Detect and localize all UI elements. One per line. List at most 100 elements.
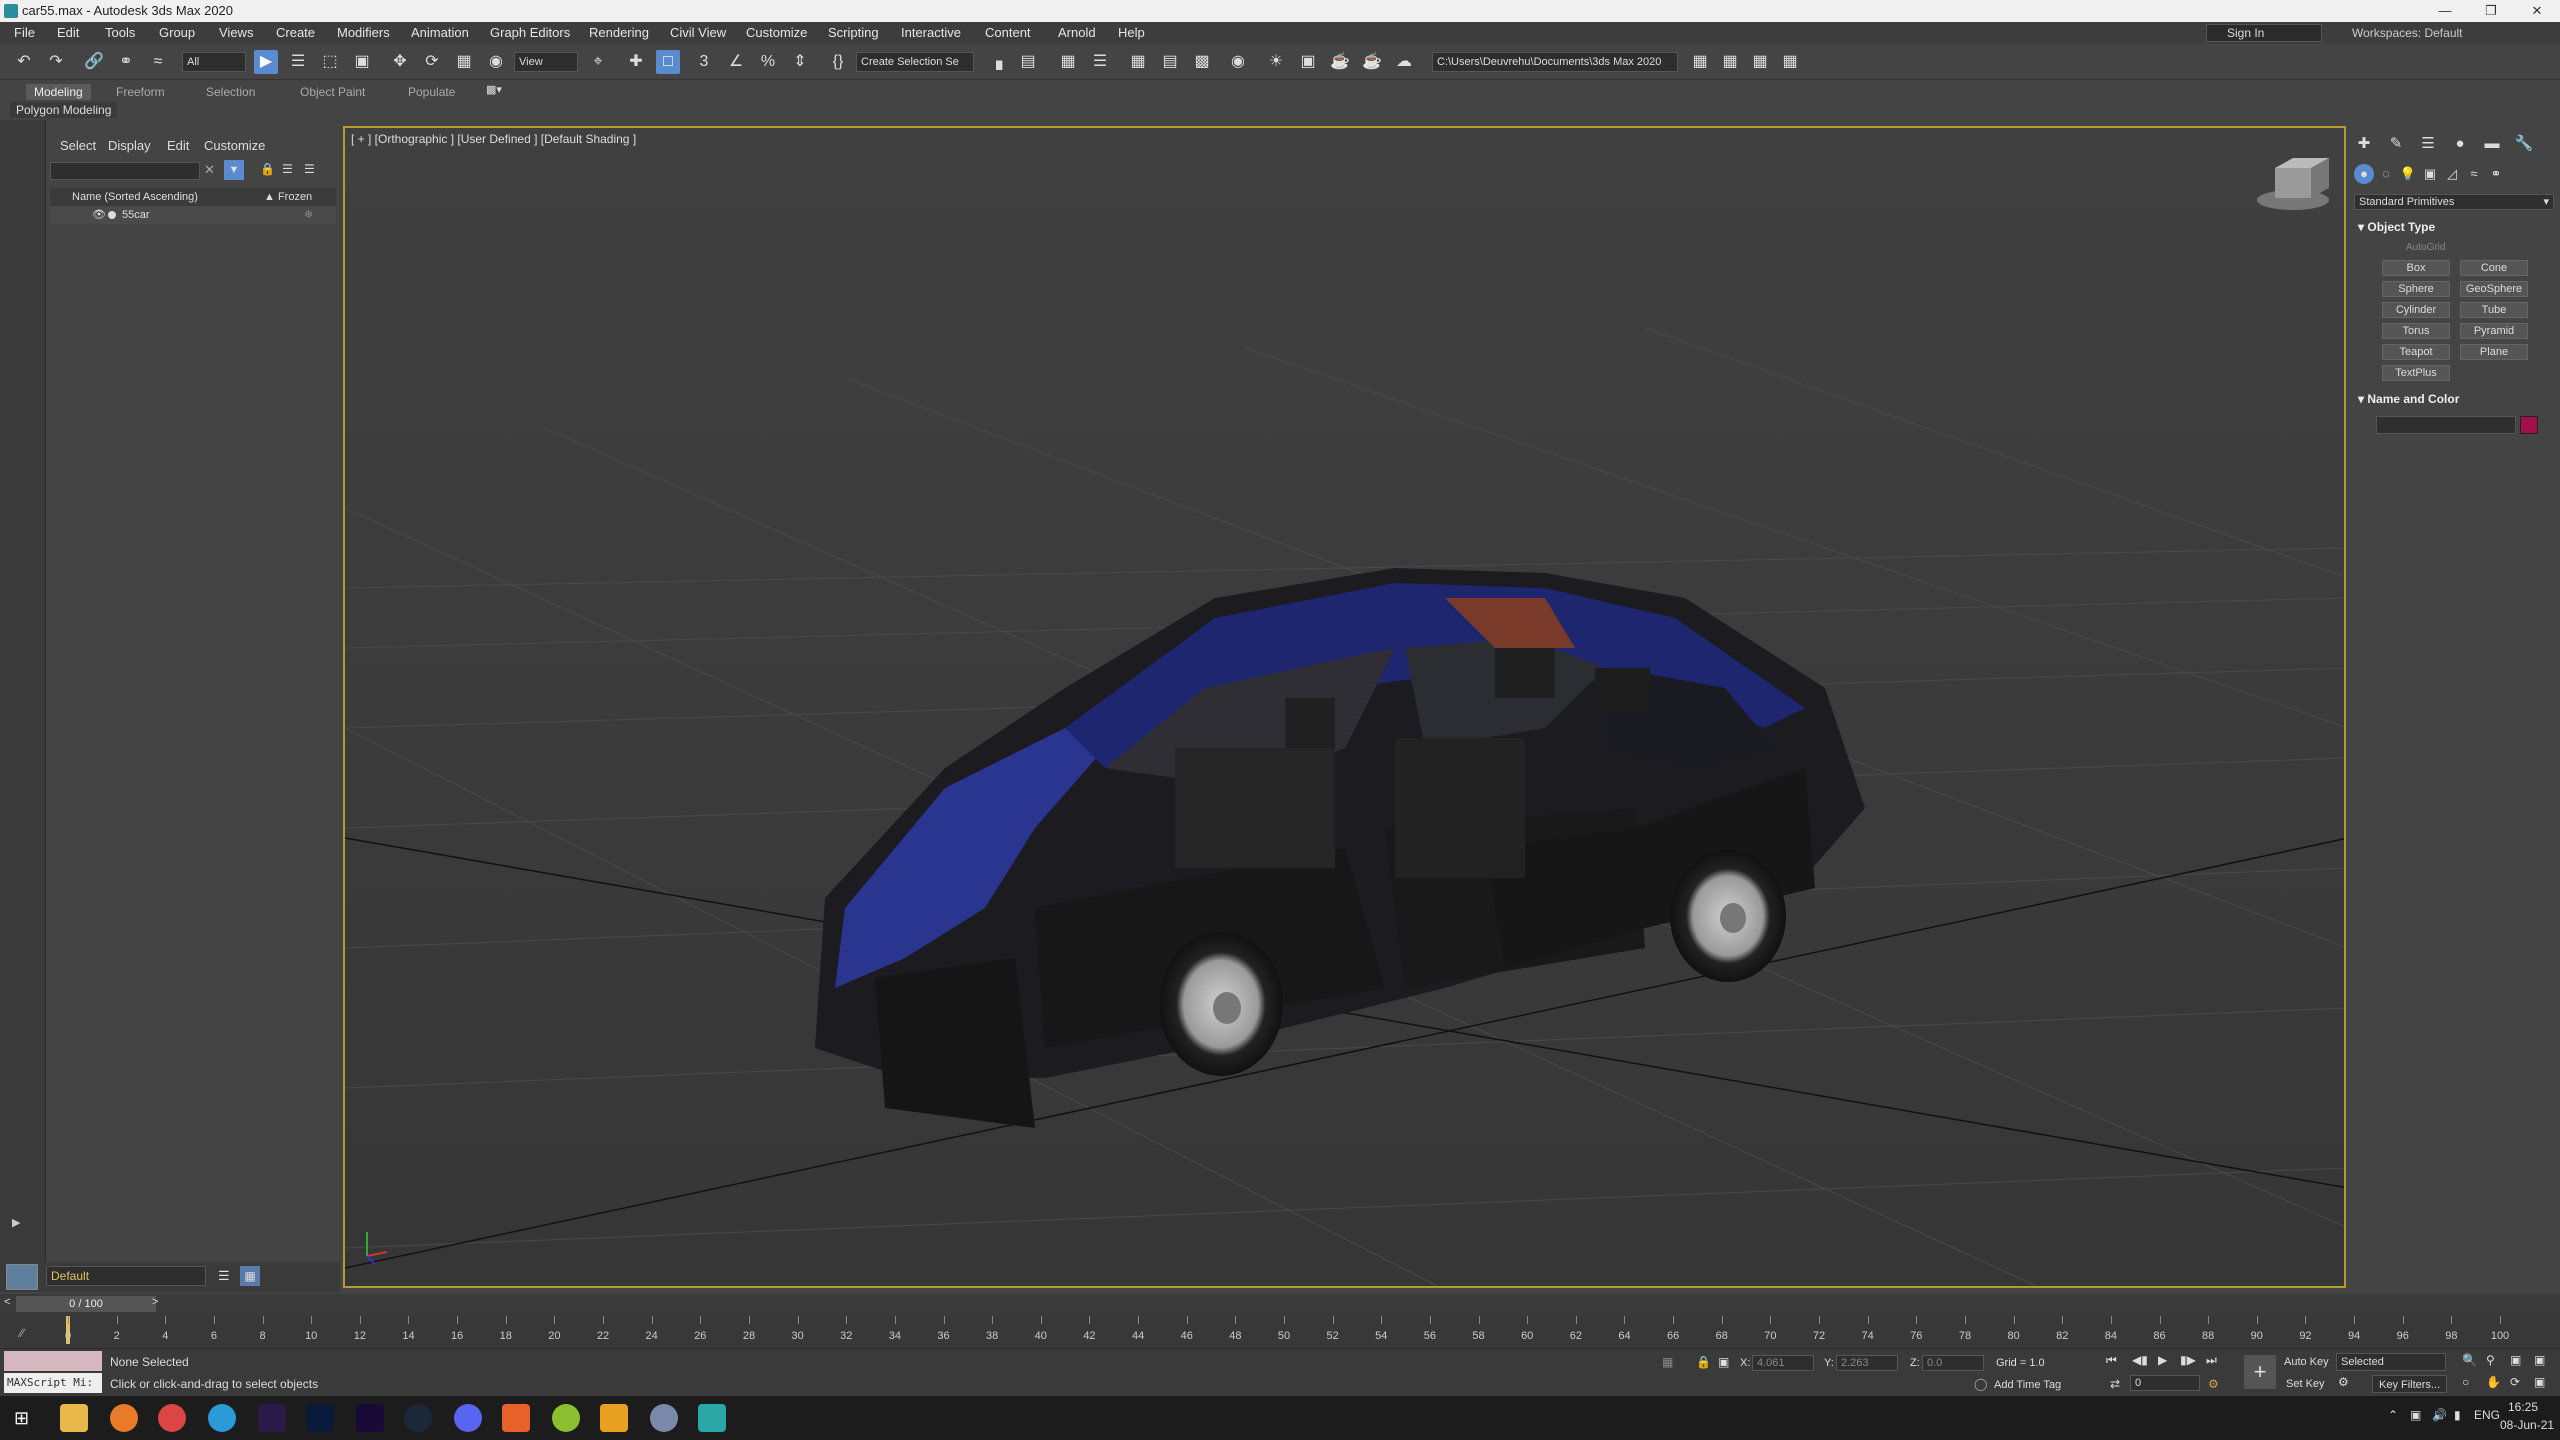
set-keys-icon[interactable]: + — [2244, 1355, 2276, 1389]
snaps-toggle-icon[interactable]: 3 — [692, 50, 716, 74]
x-coordinate-field[interactable]: 4.061 — [1752, 1355, 1814, 1371]
visibility-eye-icon[interactable]: 👁 — [92, 206, 106, 224]
scale-icon[interactable]: ▦ — [452, 50, 476, 74]
textplus-button[interactable]: TextPlus — [2382, 365, 2450, 381]
select-object-icon[interactable]: ▶ — [254, 50, 278, 74]
key-filters-button[interactable]: Key Filters... — [2372, 1375, 2448, 1393]
set-key-button[interactable]: Set Key — [2286, 1375, 2325, 1393]
viewport-perspective[interactable]: [ + ] [Orthographic ] [User Defined ] [D… — [343, 126, 2346, 1288]
named-selection-dropdown[interactable]: Create Selection Se — [856, 52, 974, 72]
rotate-icon[interactable]: ⟳ — [420, 50, 444, 74]
layer-explorer-icon[interactable]: ▦ — [240, 1266, 260, 1286]
track-bar[interactable]: ∕∕ 0 2 4 6 8 10 12 14 16 18 20 22 24 26 28 30 32 34 36 38 40… — [0, 1314, 2560, 1348]
key-filter-icon[interactable]: ⚙ — [2338, 1375, 2349, 1389]
maximize-viewport-icon[interactable]: ▣ — [2534, 1375, 2545, 1389]
menu-content[interactable]: Content — [983, 22, 1033, 44]
prev-frame-icon[interactable]: ◀▮ — [2132, 1353, 2148, 1367]
autogrid-checkbox[interactable]: AutoGrid — [2406, 242, 2445, 253]
auto-key-button[interactable]: Auto Key — [2284, 1353, 2329, 1371]
z-coordinate-field[interactable]: 0.0 — [1922, 1355, 1984, 1371]
time-slider-thumb[interactable]: 0 / 100 — [16, 1296, 156, 1312]
menu-interactive[interactable]: Interactive — [899, 22, 963, 44]
clock-time[interactable]: 16:25 — [2508, 1400, 2538, 1414]
ribbon-tab-populate[interactable]: Populate — [400, 84, 463, 100]
current-frame-field[interactable]: 0 — [2130, 1375, 2200, 1391]
ribbon-tab-selection[interactable]: Selection — [198, 84, 263, 100]
cylinder-button[interactable]: Cylinder — [2382, 302, 2450, 318]
menu-file[interactable]: File — [12, 22, 37, 44]
pivot-center-icon[interactable]: ⌖ — [586, 50, 610, 74]
window-crossing-icon[interactable]: ▣ — [350, 50, 374, 74]
steam-icon[interactable] — [404, 1404, 432, 1432]
field-of-view-icon[interactable]: ○ — [2462, 1375, 2469, 1389]
bind-space-warp-icon[interactable]: ≈ — [146, 50, 170, 74]
y-coordinate-field[interactable]: 2.263 — [1836, 1355, 1898, 1371]
tube-button[interactable]: Tube — [2460, 302, 2528, 318]
menu-graph-editors[interactable]: Graph Editors — [488, 22, 572, 44]
orbit-icon[interactable]: ⟳ — [2510, 1375, 2520, 1389]
ribbon-tab-freeform[interactable]: Freeform — [108, 84, 173, 100]
torus-button[interactable]: Torus — [2382, 323, 2450, 339]
chrome-icon[interactable] — [158, 1404, 186, 1432]
render-production-icon[interactable]: ☕ — [1328, 50, 1352, 74]
align-icon[interactable]: ▤ — [1016, 50, 1040, 74]
sign-in-dropdown[interactable]: Sign In — [2206, 24, 2322, 42]
lights-icon[interactable]: 💡 — [2398, 164, 2418, 184]
schematic-view-icon[interactable]: ▩ — [1190, 50, 1214, 74]
goto-start-icon[interactable]: ⏮ — [2106, 1353, 2117, 1368]
lock-icon[interactable]: 🔒 — [260, 162, 275, 176]
discord-icon[interactable] — [454, 1404, 482, 1432]
geosphere-button[interactable]: GeoSphere — [2460, 281, 2528, 297]
layer-icon[interactable] — [6, 1264, 38, 1290]
explorer-row[interactable]: 👁 55car ❄ — [50, 206, 336, 224]
selection-filter-dropdown[interactable]: All — [182, 52, 246, 72]
menu-arnold[interactable]: Arnold — [1056, 22, 1098, 44]
plane-button[interactable]: Plane — [2460, 344, 2528, 360]
menu-scripting[interactable]: Scripting — [826, 22, 881, 44]
key-mode-icon[interactable]: ⇄ — [2110, 1377, 2120, 1391]
maxscript-output[interactable] — [4, 1351, 102, 1371]
time-config-icon[interactable]: ⚙ — [2208, 1377, 2219, 1391]
object-name-field[interactable] — [2376, 416, 2516, 434]
zoom-extents-all-icon[interactable]: ▣ — [2534, 1353, 2545, 1367]
project-icon-1[interactable]: ▦ — [1688, 50, 1712, 74]
project-icon-2[interactable]: ▦ — [1718, 50, 1742, 74]
volume-icon[interactable]: 🔊 — [2432, 1408, 2447, 1422]
space-warps-icon[interactable]: ≈ — [2464, 164, 2484, 184]
place-icon[interactable]: ◉ — [484, 50, 508, 74]
percent-snap-icon[interactable]: % — [756, 50, 780, 74]
render-in-cloud-icon[interactable]: ☁ — [1392, 50, 1416, 74]
input-language[interactable]: ENG — [2474, 1408, 2500, 1422]
render-setup-icon[interactable]: ☀ — [1264, 50, 1288, 74]
keyboard-shortcut-override-icon[interactable]: □ — [656, 50, 680, 74]
time-slider[interactable]: < 0 / 100 > — [0, 1294, 2560, 1314]
name-and-color-rollout[interactable]: ▾ Name and Color — [2352, 390, 2556, 408]
ribbon-panel-polygon-modeling[interactable]: Polygon Modeling — [10, 102, 118, 118]
mirror-icon[interactable]: ▗ — [984, 50, 1008, 74]
maxscript-input[interactable]: MAXScript Mi: — [4, 1373, 102, 1393]
key-selection-dropdown[interactable]: Selected — [2336, 1353, 2446, 1371]
cameras-icon[interactable]: ▣ — [2420, 164, 2440, 184]
redo-icon[interactable]: ↷ — [44, 50, 68, 74]
track-bar-icon[interactable]: ∕∕ — [20, 1326, 24, 1340]
shapes-icon[interactable]: ◌ — [2376, 164, 2396, 184]
select-manipulate-icon[interactable]: ✚ — [624, 50, 648, 74]
column-name-header[interactable]: Name (Sorted Ascending) — [72, 188, 198, 206]
selection-lock-icon[interactable]: 🔒 — [1696, 1355, 1711, 1369]
menu-tools[interactable]: Tools — [103, 22, 137, 44]
box-button[interactable]: Box — [2382, 260, 2450, 276]
app-circle-icon[interactable] — [650, 1404, 678, 1432]
menu-civil-view[interactable]: Civil View — [668, 22, 728, 44]
absolute-mode-icon[interactable]: ▣ — [1718, 1355, 1729, 1369]
teapot-button[interactable]: Teapot — [2382, 344, 2450, 360]
object-type-rollout[interactable]: ▾ Object Type — [2352, 218, 2556, 236]
motion-tab-icon[interactable]: ● — [2450, 134, 2470, 154]
expand-arrow-icon[interactable]: ▶ — [12, 1216, 20, 1229]
curve-editor-icon[interactable]: ▤ — [1158, 50, 1182, 74]
network-icon[interactable]: ▣ — [2410, 1408, 2421, 1422]
hierarchy-tab-icon[interactable]: ☰ — [2418, 134, 2438, 154]
menu-edit[interactable]: Edit — [55, 22, 81, 44]
menu-help[interactable]: Help — [1116, 22, 1147, 44]
systems-icon[interactable]: ⚭ — [2486, 164, 2506, 184]
layer-stack-icon[interactable]: ☰ — [218, 1268, 230, 1284]
